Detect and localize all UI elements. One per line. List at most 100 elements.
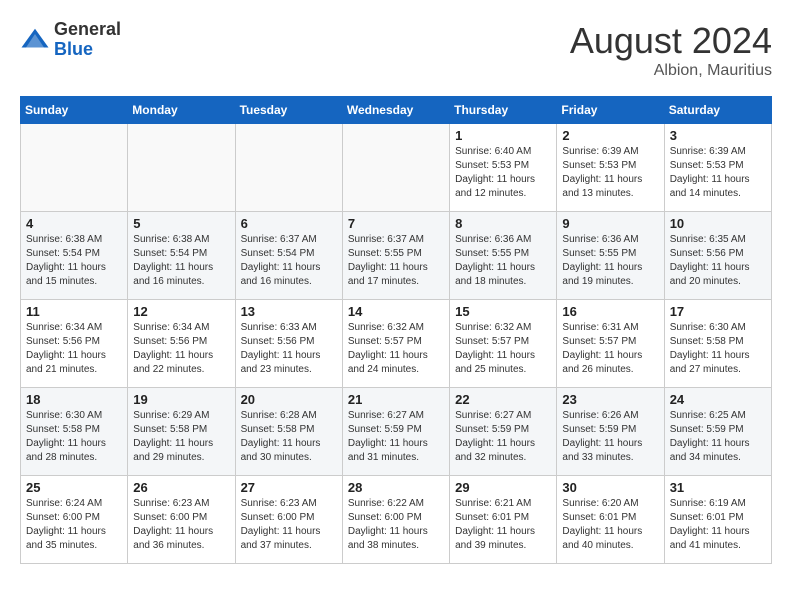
day-number: 12 [133, 304, 229, 319]
calendar-cell: 16Sunrise: 6:31 AMSunset: 5:57 PMDayligh… [557, 300, 664, 388]
day-info: Sunrise: 6:19 AMSunset: 6:01 PMDaylight:… [670, 497, 766, 553]
day-info: Sunrise: 6:36 AMSunset: 5:55 PMDaylight:… [455, 233, 551, 289]
day-number: 6 [241, 216, 337, 231]
calendar-cell: 29 Sunrise: 6:21 AMSunset: 6:01 PMDayligh… [450, 476, 557, 564]
calendar-cell: 13 Sunrise: 6:33 AMSunset: 5:56 PMDayligh… [235, 300, 342, 388]
day-info: Sunrise: 6:23 AMSunset: 6:00 PMDaylight:… [241, 497, 337, 553]
calendar-cell: 3 Sunrise: 6:39 AMSunset: 5:53 PMDaylight… [664, 124, 771, 212]
calendar-cell: 18 Sunrise: 6:30 AMSunset: 5:58 PMDayligh… [21, 388, 128, 476]
calendar-cell: 31 Sunrise: 6:19 AMSunset: 6:01 PMDayligh… [664, 476, 771, 564]
day-info: Sunrise: 6:31 AMSunset: 5:57 PMDaylight:… [562, 321, 658, 377]
day-number: 28 [348, 480, 444, 495]
day-number: 1 [455, 128, 551, 143]
day-info: Sunrise: 6:28 AMSunset: 5:58 PMDaylight:… [241, 409, 337, 465]
calendar-cell: 23Sunrise: 6:26 AMSunset: 5:59 PMDayligh… [557, 388, 664, 476]
day-number: 22 [455, 392, 551, 407]
day-number: 19 [133, 392, 229, 407]
day-header-wednesday: Wednesday [342, 97, 449, 124]
calendar-cell: 7 Sunrise: 6:37 AMSunset: 5:55 PMDaylight… [342, 212, 449, 300]
logo: General Blue [20, 20, 121, 60]
calendar-cell: 11 Sunrise: 6:34 AMSunset: 5:56 PMDayligh… [21, 300, 128, 388]
calendar-cell: 30 Sunrise: 6:20 AMSunset: 6:01 PMDayligh… [557, 476, 664, 564]
day-info: Sunrise: 6:25 AMSunset: 5:59 PMDaylight:… [670, 409, 766, 465]
logo-text: General Blue [54, 20, 121, 60]
day-info: Sunrise: 6:20 AMSunset: 6:01 PMDaylight:… [562, 497, 658, 553]
calendar-cell: 15 Sunrise: 6:32 AMSunset: 5:57 PMDayligh… [450, 300, 557, 388]
day-info: Sunrise: 6:37 AMSunset: 5:55 PMDaylight:… [348, 233, 444, 289]
day-number: 30 [562, 480, 658, 495]
day-number: 27 [241, 480, 337, 495]
day-header-tuesday: Tuesday [235, 97, 342, 124]
day-number: 17 [670, 304, 766, 319]
day-number: 25 [26, 480, 122, 495]
calendar-week-1: 1 Sunrise: 6:40 AMSunset: 5:53 PMDaylight… [21, 124, 772, 212]
day-info: Sunrise: 6:33 AMSunset: 5:56 PMDaylight:… [241, 321, 337, 377]
day-number: 9 [562, 216, 658, 231]
day-info: Sunrise: 6:27 AMSunset: 5:59 PMDaylight:… [455, 409, 551, 465]
calendar-table: SundayMondayTuesdayWednesdayThursdayFrid… [20, 96, 772, 564]
calendar-cell [128, 124, 235, 212]
day-info: Sunrise: 6:30 AMSunset: 5:58 PMDaylight:… [26, 409, 122, 465]
day-number: 18 [26, 392, 122, 407]
title-block: August 2024 Albion, Mauritius [570, 20, 772, 80]
day-info: Sunrise: 6:30 AMSunset: 5:58 PMDaylight:… [670, 321, 766, 377]
calendar-cell: 5 Sunrise: 6:38 AMSunset: 5:54 PMDaylight… [128, 212, 235, 300]
day-info: Sunrise: 6:34 AMSunset: 5:56 PMDaylight:… [26, 321, 122, 377]
day-info: Sunrise: 6:40 AMSunset: 5:53 PMDaylight:… [455, 145, 551, 201]
calendar-cell: 19 Sunrise: 6:29 AMSunset: 5:58 PMDayligh… [128, 388, 235, 476]
calendar-cell: 9 Sunrise: 6:36 AMSunset: 5:55 PMDaylight… [557, 212, 664, 300]
day-number: 5 [133, 216, 229, 231]
day-header-sunday: Sunday [21, 97, 128, 124]
day-info: Sunrise: 6:29 AMSunset: 5:58 PMDaylight:… [133, 409, 229, 465]
day-info: Sunrise: 6:38 AMSunset: 5:54 PMDaylight:… [133, 233, 229, 289]
calendar-week-2: 4Sunrise: 6:38 AMSunset: 5:54 PMDaylight… [21, 212, 772, 300]
calendar-cell: 2 Sunrise: 6:39 AMSunset: 5:53 PMDaylight… [557, 124, 664, 212]
day-number: 15 [455, 304, 551, 319]
day-number: 8 [455, 216, 551, 231]
day-info: Sunrise: 6:26 AMSunset: 5:59 PMDaylight:… [562, 409, 658, 465]
logo-general-text: General [54, 20, 121, 40]
calendar-week-4: 18 Sunrise: 6:30 AMSunset: 5:58 PMDayligh… [21, 388, 772, 476]
day-info: Sunrise: 6:34 AMSunset: 5:56 PMDaylight:… [133, 321, 229, 377]
calendar-cell: 1 Sunrise: 6:40 AMSunset: 5:53 PMDaylight… [450, 124, 557, 212]
day-info: Sunrise: 6:32 AMSunset: 5:57 PMDaylight:… [455, 321, 551, 377]
day-number: 7 [348, 216, 444, 231]
day-info: Sunrise: 6:39 AMSunset: 5:53 PMDaylight:… [670, 145, 766, 201]
calendar-cell: 17 Sunrise: 6:30 AMSunset: 5:58 PMDayligh… [664, 300, 771, 388]
page-header: General Blue August 2024 Albion, Mauriti… [20, 20, 772, 80]
day-info: Sunrise: 6:36 AMSunset: 5:55 PMDaylight:… [562, 233, 658, 289]
day-number: 2 [562, 128, 658, 143]
day-number: 20 [241, 392, 337, 407]
day-number: 29 [455, 480, 551, 495]
calendar-body: 1 Sunrise: 6:40 AMSunset: 5:53 PMDaylight… [21, 124, 772, 564]
day-info: Sunrise: 6:39 AMSunset: 5:53 PMDaylight:… [562, 145, 658, 201]
calendar-header: SundayMondayTuesdayWednesdayThursdayFrid… [21, 97, 772, 124]
logo-blue-text: Blue [54, 40, 121, 60]
day-number: 11 [26, 304, 122, 319]
logo-icon [20, 25, 50, 55]
calendar-cell: 27 Sunrise: 6:23 AMSunset: 6:00 PMDayligh… [235, 476, 342, 564]
day-header-thursday: Thursday [450, 97, 557, 124]
day-info: Sunrise: 6:23 AMSunset: 6:00 PMDaylight:… [133, 497, 229, 553]
calendar-cell: 4Sunrise: 6:38 AMSunset: 5:54 PMDaylight… [21, 212, 128, 300]
day-info: Sunrise: 6:22 AMSunset: 6:00 PMDaylight:… [348, 497, 444, 553]
calendar-cell: 26Sunrise: 6:23 AMSunset: 6:00 PMDayligh… [128, 476, 235, 564]
day-number: 13 [241, 304, 337, 319]
day-header-saturday: Saturday [664, 97, 771, 124]
calendar-cell: 6 Sunrise: 6:37 AMSunset: 5:54 PMDaylight… [235, 212, 342, 300]
calendar-cell: 24Sunrise: 6:25 AMSunset: 5:59 PMDayligh… [664, 388, 771, 476]
day-info: Sunrise: 6:32 AMSunset: 5:57 PMDaylight:… [348, 321, 444, 377]
location-text: Albion, Mauritius [570, 62, 772, 80]
month-title: August 2024 [570, 20, 772, 62]
day-number: 31 [670, 480, 766, 495]
calendar-cell [21, 124, 128, 212]
day-info: Sunrise: 6:24 AMSunset: 6:00 PMDaylight:… [26, 497, 122, 553]
calendar-cell: 8 Sunrise: 6:36 AMSunset: 5:55 PMDaylight… [450, 212, 557, 300]
day-info: Sunrise: 6:21 AMSunset: 6:01 PMDaylight:… [455, 497, 551, 553]
day-number: 3 [670, 128, 766, 143]
day-number: 21 [348, 392, 444, 407]
day-header-monday: Monday [128, 97, 235, 124]
calendar-cell [235, 124, 342, 212]
day-info: Sunrise: 6:37 AMSunset: 5:54 PMDaylight:… [241, 233, 337, 289]
day-info: Sunrise: 6:38 AMSunset: 5:54 PMDaylight:… [26, 233, 122, 289]
